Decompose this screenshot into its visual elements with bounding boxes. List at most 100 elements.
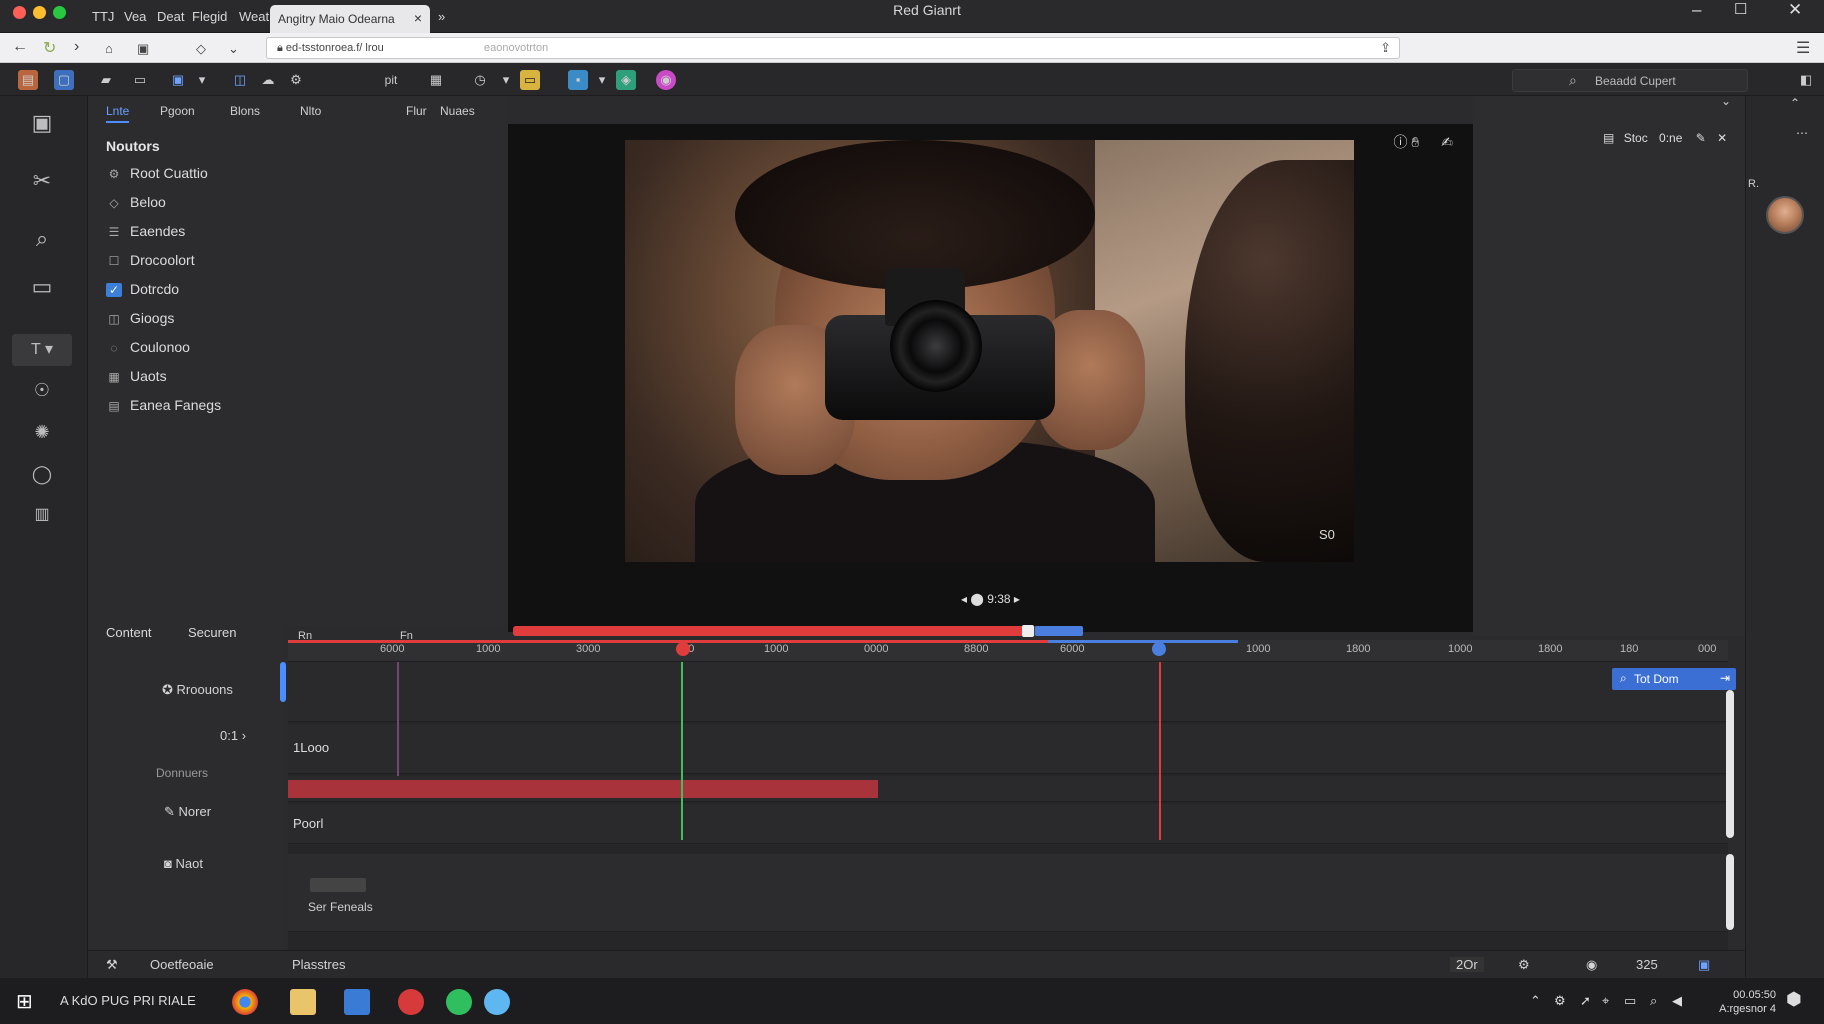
windows-start-icon[interactable]: ⊞ bbox=[16, 989, 33, 1014]
extension-icon[interactable]: ◉ bbox=[656, 70, 676, 90]
panel-item[interactable]: ▦ Uaots bbox=[106, 368, 166, 390]
hand-icon[interactable]: ✋︎ bbox=[1411, 134, 1419, 150]
bag-icon[interactable]: ▰ bbox=[96, 70, 116, 90]
find-button[interactable]: ⌕ Tot Dom ⇥ bbox=[1612, 668, 1736, 690]
grid-icon[interactable]: ▦ bbox=[426, 70, 446, 90]
panel-item[interactable]: ☰ Eaendes bbox=[106, 223, 186, 245]
scrub-bar[interactable] bbox=[513, 625, 1083, 637]
tray-gear-icon[interactable]: ⚙ bbox=[1554, 993, 1566, 1009]
tab-flur[interactable]: Flur bbox=[406, 104, 427, 118]
playhead-marker-red[interactable] bbox=[676, 642, 690, 656]
cloud-icon[interactable]: ☁ bbox=[258, 70, 278, 90]
scrub-handle[interactable] bbox=[1022, 625, 1034, 637]
text-tool-icon[interactable]: T ▾ bbox=[12, 334, 72, 366]
document-icon[interactable]: ▢ bbox=[54, 70, 74, 90]
more-icon[interactable]: ⋯ bbox=[1796, 126, 1808, 140]
audio-clip-thumb[interactable] bbox=[310, 878, 366, 892]
folder-icon[interactable]: ▭ bbox=[520, 70, 540, 90]
audio-track-row[interactable]: Ser Feneals bbox=[288, 854, 1728, 932]
tab-securen[interactable]: Securen bbox=[188, 625, 236, 640]
chevron-down-icon[interactable]: ⌄ bbox=[228, 41, 239, 57]
calendar-icon[interactable] bbox=[344, 989, 370, 1015]
image-icon[interactable]: ▪ bbox=[568, 70, 588, 90]
close-icon[interactable]: ✕ bbox=[1717, 131, 1727, 145]
next-icon[interactable]: ▸ bbox=[1014, 592, 1020, 606]
info-icon[interactable]: ⓘ bbox=[1394, 134, 1408, 150]
timeline-ruler[interactable]: 6000 1000 3000 600 1000 0000 8800 6000 4… bbox=[288, 640, 1728, 662]
zoom-level[interactable]: 2Or bbox=[1450, 957, 1484, 972]
settings-icon[interactable]: ⚙ bbox=[1518, 957, 1530, 973]
viewer-icons[interactable]: ⓘ ✋︎ ✍︎ bbox=[1394, 132, 1454, 152]
layer-icon[interactable]: ◫ bbox=[230, 70, 250, 90]
chevron-down-icon[interactable]: ▾ bbox=[192, 70, 212, 90]
home-icon[interactable]: ⌂ bbox=[105, 41, 113, 56]
track-row[interactable] bbox=[288, 662, 1728, 722]
timeline-scrollbar[interactable] bbox=[1726, 690, 1734, 838]
tray-display-icon[interactable]: ▭ bbox=[1624, 993, 1636, 1009]
monitor-icon[interactable]: ▭ bbox=[130, 70, 150, 90]
panel-toggle-icon[interactable]: ◧ bbox=[1796, 70, 1816, 90]
search-input[interactable]: ⌕ Beaadd Cupert bbox=[1512, 69, 1748, 92]
video-viewer[interactable]: ⓘ ✋︎ ✍︎ S0 ◂ ⬤ 9:38 ▸ bbox=[508, 124, 1473, 632]
tab-pgoon[interactable]: Pgoon bbox=[160, 104, 195, 118]
forward-arrow-icon[interactable]: › bbox=[74, 38, 79, 56]
clock-icon[interactable]: ◷ bbox=[470, 70, 490, 90]
audio-scrollbar[interactable] bbox=[1726, 854, 1734, 930]
notification-icon[interactable]: ⬢ bbox=[1786, 989, 1802, 1010]
collapse-icon[interactable]: ⌃ bbox=[1790, 96, 1800, 110]
media-icon[interactable] bbox=[398, 989, 424, 1015]
chart-icon[interactable]: ◈ bbox=[616, 70, 636, 90]
audio-tool-icon[interactable]: ▥ bbox=[22, 504, 62, 536]
browser-icon[interactable] bbox=[232, 989, 258, 1015]
chevron-down-icon[interactable]: ▾ bbox=[496, 70, 516, 90]
minimize-icon[interactable]: – bbox=[1692, 0, 1701, 20]
zoom-tool-icon[interactable]: ⌕ bbox=[22, 226, 62, 258]
color-tool-icon[interactable]: ☉ bbox=[22, 380, 62, 412]
track-header[interactable]: ◙ Naot bbox=[88, 856, 283, 871]
panel-item[interactable]: ✓ Dotrcdo bbox=[106, 281, 179, 303]
playhead-line-green[interactable] bbox=[681, 662, 683, 840]
panel-item[interactable]: ☐ Drocoolort bbox=[106, 252, 195, 274]
panel-item[interactable]: ◫ Gioogs bbox=[106, 310, 174, 332]
menu-icon[interactable]: ☰ bbox=[1796, 38, 1810, 58]
chevron-down-icon[interactable]: ⌄ bbox=[1721, 94, 1731, 108]
close-icon[interactable]: ✕ bbox=[1788, 0, 1802, 20]
maximize-icon[interactable]: ☐ bbox=[1734, 0, 1747, 18]
avatar[interactable] bbox=[1766, 196, 1804, 234]
video-clip[interactable] bbox=[288, 780, 878, 798]
tray-search-icon[interactable]: ⌕ bbox=[1650, 993, 1657, 1009]
tab-nuaes[interactable]: Nuaes bbox=[440, 104, 475, 118]
playback-controls[interactable]: ◂ ⬤ 9:38 ▸ bbox=[508, 592, 1473, 606]
pin-icon[interactable]: ✍︎ bbox=[1441, 134, 1453, 150]
tool-icon[interactable]: ⚒ bbox=[106, 957, 118, 973]
save-icon[interactable]: ▣ bbox=[168, 70, 188, 90]
track-row[interactable]: 1Looo bbox=[288, 724, 1728, 774]
system-clock[interactable]: 00.05:50 A:rgesnor 4 bbox=[1719, 988, 1776, 1016]
cut-tool-icon[interactable]: ✂ bbox=[22, 168, 62, 200]
refresh-icon[interactable]: ↻ bbox=[43, 38, 56, 58]
shield-icon[interactable]: ◇ bbox=[196, 41, 206, 57]
play-icon[interactable]: ⬤ bbox=[970, 592, 983, 606]
track-header[interactable]: ✎ Norer bbox=[88, 804, 283, 820]
panel-item[interactable]: ◌ Coulonoo bbox=[106, 339, 190, 361]
tab-content[interactable]: Content bbox=[106, 625, 152, 640]
comment-icon[interactable]: ▤ bbox=[1603, 131, 1614, 145]
status-left-label[interactable]: Ooetfeoaie bbox=[150, 957, 214, 972]
pen-icon[interactable]: ✎ bbox=[1696, 131, 1706, 145]
chat-icon[interactable] bbox=[446, 989, 472, 1015]
panel-item[interactable]: ⚙ Root Cuattio bbox=[106, 165, 208, 187]
track-row[interactable]: Poorl bbox=[288, 804, 1728, 844]
select-tool-icon[interactable]: ▣ bbox=[22, 110, 62, 142]
tray-chevron-icon[interactable]: ⌃ bbox=[1530, 993, 1541, 1009]
tray-network-icon[interactable]: ➚ bbox=[1580, 993, 1591, 1009]
bookmark-icon[interactable]: ▣ bbox=[137, 41, 149, 57]
brand-icon[interactable]: ▤ bbox=[18, 70, 38, 90]
mask-tool-icon[interactable]: ◯ bbox=[22, 464, 62, 496]
track-header[interactable]: 0:1 › bbox=[88, 728, 283, 743]
playhead-marker-blue[interactable] bbox=[1152, 642, 1166, 656]
track-header[interactable]: ✪ Rroouons bbox=[88, 682, 283, 698]
view-icon[interactable]: ◉ bbox=[1586, 957, 1597, 973]
panel-item[interactable]: ▤ Eanea Fanegs bbox=[106, 397, 221, 419]
zoom-readout[interactable]: pit bbox=[376, 70, 406, 90]
app-icon[interactable] bbox=[484, 989, 510, 1015]
